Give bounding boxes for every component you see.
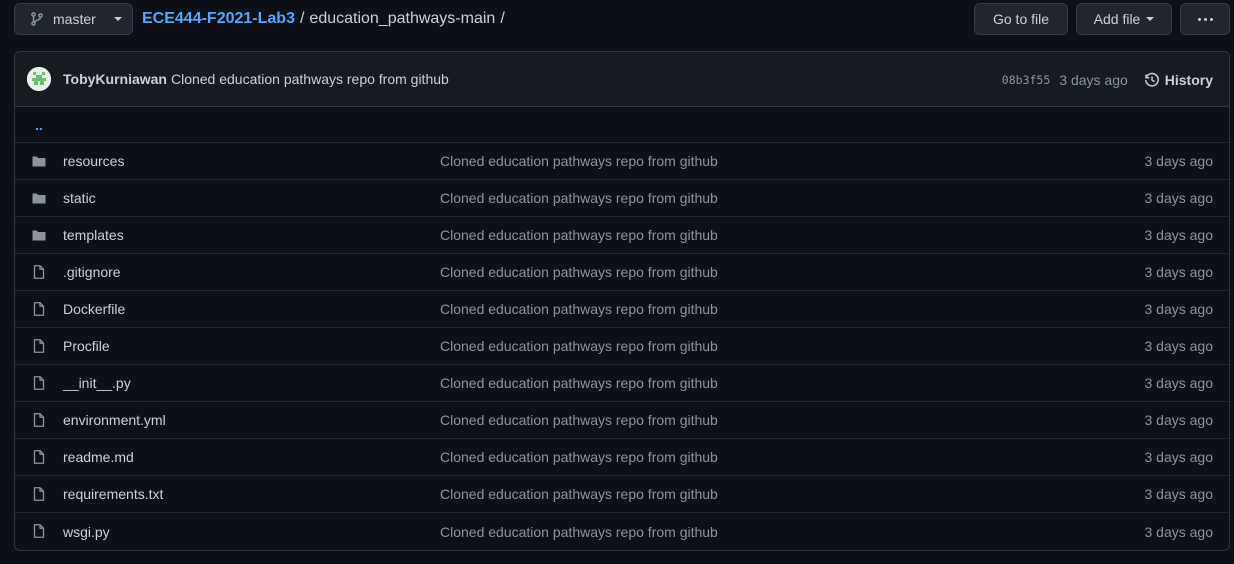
file-commit-time: 3 days ago bbox=[1144, 523, 1214, 540]
file-commit-message-link[interactable]: Cloned education pathways repo from gith… bbox=[440, 524, 718, 540]
commit-message-link[interactable]: Cloned education pathways repo from gith… bbox=[171, 71, 449, 87]
breadcrumb-separator: / bbox=[299, 10, 305, 27]
folder-icon bbox=[31, 190, 47, 206]
file-row[interactable]: Dockerfile Cloned education pathways repo… bbox=[15, 291, 1229, 328]
file-commit-message-link[interactable]: Cloned education pathways repo from gith… bbox=[440, 153, 718, 169]
file-commit-message-link[interactable]: Cloned education pathways repo from gith… bbox=[440, 375, 718, 391]
file-commit-message-link[interactable]: Cloned education pathways repo from gith… bbox=[440, 264, 718, 280]
file-icon bbox=[31, 338, 47, 354]
commit-sha-link[interactable]: 08b3f55 bbox=[1002, 73, 1050, 87]
avatar[interactable] bbox=[27, 67, 51, 91]
file-commit-time: 3 days ago bbox=[1144, 449, 1214, 465]
file-commit-time: 3 days ago bbox=[1144, 338, 1214, 354]
file-icon bbox=[31, 264, 47, 280]
file-commit-message-link[interactable]: Cloned education pathways repo from gith… bbox=[440, 338, 718, 354]
file-row[interactable]: wsgi.py Cloned education pathways repo fr… bbox=[15, 513, 1229, 550]
chevron-down-icon bbox=[1146, 17, 1155, 21]
file-icon bbox=[31, 523, 47, 539]
folder-icon bbox=[31, 153, 47, 169]
commit-author-link[interactable]: TobyKurniawan bbox=[63, 71, 167, 87]
file-row[interactable]: readme.md Cloned education pathways repo … bbox=[15, 439, 1229, 476]
file-commit-time: 3 days ago bbox=[1144, 227, 1214, 243]
branch-selector-button[interactable]: master bbox=[14, 3, 133, 35]
history-link[interactable]: History bbox=[1144, 72, 1213, 88]
parent-directory-label: .. bbox=[35, 116, 43, 133]
latest-commit-bar: TobyKurniawan Cloned education pathways … bbox=[15, 52, 1229, 107]
parent-directory-link[interactable]: .. bbox=[15, 107, 1229, 143]
file-commit-time: 3 days ago bbox=[1144, 153, 1214, 169]
branch-name: master bbox=[53, 11, 96, 27]
file-name-link[interactable]: Dockerfile bbox=[63, 301, 125, 317]
breadcrumb: ECE444-F2021-Lab3 / education_pathways-m… bbox=[142, 9, 510, 29]
git-branch-icon bbox=[29, 11, 45, 27]
file-commit-message-link[interactable]: Cloned education pathways repo from gith… bbox=[440, 412, 718, 428]
file-row[interactable]: templates Cloned education pathways repo … bbox=[15, 217, 1229, 254]
file-name-link[interactable]: templates bbox=[63, 227, 124, 243]
file-name-link[interactable]: static bbox=[63, 190, 96, 206]
file-row[interactable]: resources Cloned education pathways repo … bbox=[15, 143, 1229, 180]
file-name-link[interactable]: Procfile bbox=[63, 338, 110, 354]
file-row[interactable]: static Cloned education pathways repo fro… bbox=[15, 180, 1229, 217]
file-commit-message-link[interactable]: Cloned education pathways repo from gith… bbox=[440, 301, 718, 317]
breadcrumb-trailing-separator: / bbox=[500, 10, 505, 27]
file-commit-time: 3 days ago bbox=[1144, 486, 1214, 502]
file-browser: TobyKurniawan Cloned education pathways … bbox=[14, 51, 1230, 551]
chevron-down-icon bbox=[114, 17, 122, 21]
file-icon bbox=[31, 375, 47, 391]
file-commit-time: 3 days ago bbox=[1144, 412, 1214, 428]
file-row[interactable]: environment.yml Cloned education pathways… bbox=[15, 402, 1229, 439]
file-name-link[interactable]: .gitignore bbox=[63, 264, 121, 280]
file-name-link[interactable]: requirements.txt bbox=[63, 486, 163, 502]
more-options-button[interactable] bbox=[1180, 3, 1230, 35]
file-name-link[interactable]: __init__.py bbox=[63, 375, 131, 391]
file-name-link[interactable]: wsgi.py bbox=[63, 524, 110, 540]
commit-time: 3 days ago bbox=[1059, 71, 1128, 88]
file-commit-message-link[interactable]: Cloned education pathways repo from gith… bbox=[440, 449, 718, 465]
file-icon bbox=[31, 301, 47, 317]
file-icon bbox=[31, 449, 47, 465]
folder-icon bbox=[31, 227, 47, 243]
file-icon bbox=[31, 412, 47, 428]
file-commit-time: 3 days ago bbox=[1144, 375, 1214, 391]
add-file-label: Add file bbox=[1093, 11, 1141, 27]
go-to-file-button[interactable]: Go to file bbox=[974, 3, 1068, 35]
file-name-link[interactable]: resources bbox=[63, 153, 124, 169]
file-icon bbox=[31, 486, 47, 502]
file-commit-time: 3 days ago bbox=[1144, 190, 1214, 206]
file-commit-time: 3 days ago bbox=[1144, 301, 1214, 317]
file-name-link[interactable]: readme.md bbox=[63, 449, 134, 465]
file-commit-message-link[interactable]: Cloned education pathways repo from gith… bbox=[440, 190, 718, 206]
repo-toolbar: master ECE444-F2021-Lab3 / education_pat… bbox=[0, 0, 1234, 40]
file-commit-time: 3 days ago bbox=[1144, 264, 1214, 280]
history-label: History bbox=[1164, 71, 1213, 88]
file-row[interactable]: .gitignore Cloned education pathways repo… bbox=[15, 254, 1229, 291]
file-commit-message-link[interactable]: Cloned education pathways repo from gith… bbox=[440, 486, 718, 502]
breadcrumb-repo-link[interactable]: ECE444-F2021-Lab3 bbox=[142, 10, 295, 28]
file-row[interactable]: requirements.txt Cloned education pathway… bbox=[15, 476, 1229, 513]
commit-meta: 08b3f55 3 days ago History bbox=[1002, 52, 1213, 107]
kebab-horizontal-icon bbox=[1197, 17, 1213, 21]
history-clock-icon bbox=[1144, 72, 1160, 88]
file-row[interactable]: Procfile Cloned education pathways repo f… bbox=[15, 328, 1229, 365]
file-row[interactable]: __init__.py Cloned education pathways rep… bbox=[15, 365, 1229, 402]
file-commit-message-link[interactable]: Cloned education pathways repo from gith… bbox=[440, 227, 718, 243]
add-file-button[interactable]: Add file bbox=[1076, 3, 1172, 35]
file-name-link[interactable]: environment.yml bbox=[63, 412, 166, 428]
breadcrumb-current-directory: education_pathways-main bbox=[309, 10, 496, 27]
file-list: resources Cloned education pathways repo … bbox=[15, 143, 1229, 550]
